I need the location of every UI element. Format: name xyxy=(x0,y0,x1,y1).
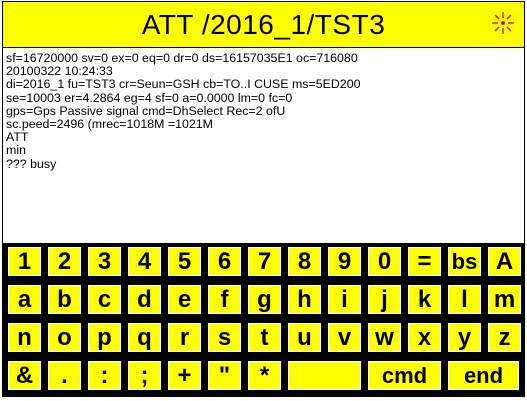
key-c[interactable]: c xyxy=(86,283,123,316)
key-l[interactable]: l xyxy=(446,283,483,316)
key-5[interactable]: 5 xyxy=(166,245,203,278)
key-ampersand[interactable]: & xyxy=(6,359,43,392)
console-line: ??? busy xyxy=(6,157,57,171)
key-g[interactable]: g xyxy=(246,283,283,316)
on-screen-keyboard: 1 2 3 4 5 6 7 8 9 0 = bs Aa b c d e f g h i j k l m n o p q r s t u v w x y z… xyxy=(3,243,524,396)
key-1[interactable]: 1 xyxy=(6,245,43,278)
key-b[interactable]: b xyxy=(46,283,83,316)
key-period[interactable]: . xyxy=(46,359,83,392)
sparkle-icon[interactable] xyxy=(488,8,518,38)
key-m[interactable]: m xyxy=(486,283,523,316)
key-n[interactable]: n xyxy=(6,321,43,354)
key-0[interactable]: 0 xyxy=(366,245,403,278)
key-A[interactable]: A xyxy=(486,245,523,278)
console-line: sc.peed=2496 (mrec=1018M =1021M xyxy=(6,117,213,131)
key-v[interactable]: v xyxy=(326,321,363,354)
keyboard-row: &.:; + " * cmd end xyxy=(3,357,524,395)
window-title: ATT /2016_1/TST3 xyxy=(141,9,386,40)
key-q[interactable]: q xyxy=(126,321,163,354)
key-2[interactable]: 2 xyxy=(46,245,83,278)
key-w[interactable]: w xyxy=(366,321,403,354)
key-e[interactable]: e xyxy=(166,283,203,316)
key-asterisk[interactable]: * xyxy=(246,359,283,392)
key-quote[interactable]: " xyxy=(206,359,243,392)
key-3[interactable]: 3 xyxy=(86,245,123,278)
key-f[interactable]: f xyxy=(206,283,243,316)
key-d[interactable]: d xyxy=(126,283,163,316)
key-cmd[interactable]: cmd xyxy=(366,359,443,392)
key-end[interactable]: end xyxy=(446,359,521,392)
key-6[interactable]: 6 xyxy=(206,245,243,278)
key-7[interactable]: 7 xyxy=(246,245,283,278)
key-4[interactable]: 4 xyxy=(126,245,163,278)
key-y[interactable]: y xyxy=(446,321,483,354)
key-space[interactable] xyxy=(286,359,363,392)
key-backspace[interactable]: bs xyxy=(446,245,483,278)
console-line: ATT xyxy=(6,131,29,145)
key-8[interactable]: 8 xyxy=(286,245,323,278)
console-line: se=10003 er=4.2864 eg=4 sf=0 a=0.0000 lm… xyxy=(6,91,293,105)
keyboard-row: abcdefghijklm xyxy=(3,281,524,319)
key-p[interactable]: p xyxy=(86,321,123,354)
title-bar: ATT /2016_1/TST3 xyxy=(3,2,524,48)
keyboard-row: 1 2 3 4 5 6 7 8 9 0 = bs A xyxy=(3,243,524,281)
keyboard-row: nopqrstuvwxyz xyxy=(3,319,524,357)
console-line: sf=16720000 sv=0 ex=0 eq=0 dr=0 ds=16157… xyxy=(6,52,358,65)
key-9[interactable]: 9 xyxy=(326,245,363,278)
console-line: gps=Gps Passive signal cmd=DhSelect Rec=… xyxy=(6,104,286,118)
console-line: di=2016_1 fu=TST3 cr=Seun=GSH cb=TO..I C… xyxy=(6,78,361,92)
key-t[interactable]: t xyxy=(246,321,283,354)
key-equals[interactable]: = xyxy=(406,245,443,278)
key-semicolon[interactable]: ; xyxy=(126,359,163,392)
key-a[interactable]: a xyxy=(6,283,43,316)
key-k[interactable]: k xyxy=(406,283,443,316)
key-i[interactable]: i xyxy=(326,283,363,316)
key-z[interactable]: z xyxy=(486,321,523,354)
key-r[interactable]: r xyxy=(166,321,203,354)
key-j[interactable]: j xyxy=(366,283,403,316)
key-s[interactable]: s xyxy=(206,321,243,354)
key-plus[interactable]: + xyxy=(166,359,203,392)
app-screen: ATT /2016_1/TST3 sf=16720000 sv=0 ex=0 e… xyxy=(2,1,525,397)
console-line: 20100322 10:24:33 xyxy=(6,65,113,79)
key-u[interactable]: u xyxy=(286,321,323,354)
key-h[interactable]: h xyxy=(286,283,323,316)
key-o[interactable]: o xyxy=(46,321,83,354)
key-colon[interactable]: : xyxy=(86,359,123,392)
key-x[interactable]: x xyxy=(406,321,443,354)
console-line: min xyxy=(6,144,26,158)
console-output: sf=16720000 sv=0 ex=0 eq=0 dr=0 ds=16157… xyxy=(6,52,518,240)
